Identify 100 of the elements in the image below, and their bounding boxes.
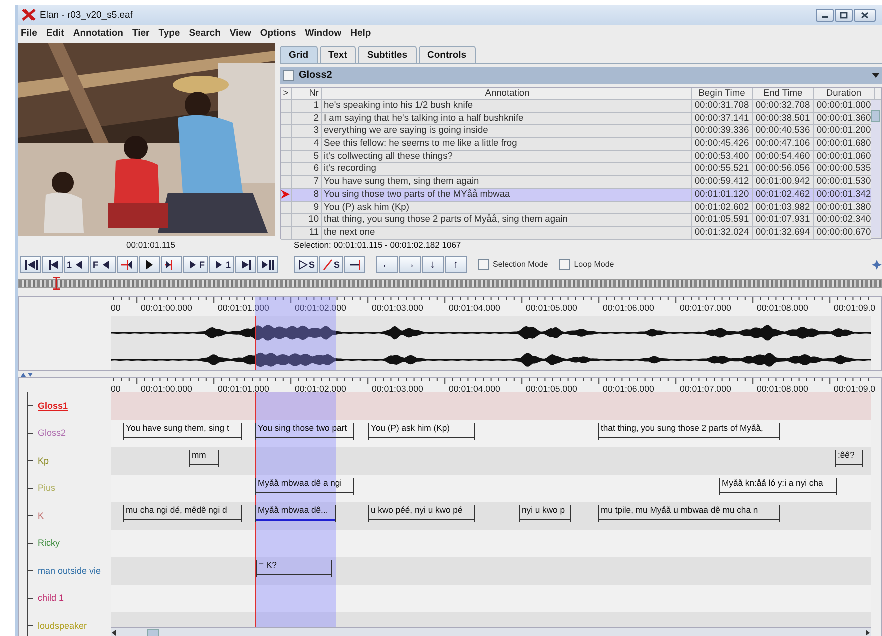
tab[interactable]: Grid (280, 46, 318, 63)
annotation[interactable]: You (P) ask him (Kp) (368, 422, 475, 440)
column-header[interactable]: > (281, 88, 292, 99)
move-handle-icon[interactable] (872, 260, 882, 270)
table-row[interactable]: 9 You (P) ask him (Kp) 00:01:02.602 00:01:03.982 00:00:01.380 (281, 202, 871, 214)
player-button[interactable] (42, 256, 63, 273)
tier-label[interactable]: Ricky (38, 538, 60, 548)
time-label: 00:01:05.000 (526, 384, 578, 394)
column-header[interactable]: Nr (292, 88, 322, 99)
player-button[interactable]: 1 (209, 256, 234, 273)
arrow-button[interactable]: → (399, 256, 422, 273)
skip-start-icon (24, 258, 38, 270)
scrollbar[interactable] (111, 627, 871, 636)
table-row[interactable]: 4 See this fellow: he seems to me like a little frog 00:00:45.426 00:00:47.106 00:00:01.680 (281, 138, 871, 151)
maximize-button[interactable] (835, 8, 853, 22)
table-row[interactable]: 10 that thing, you sung those 2 parts of Myåå, sing them again 00:01:05.591 00:01:07.931 00:00:02.340 (281, 214, 871, 227)
tab[interactable]: Controls (418, 46, 476, 63)
player-button[interactable] (20, 256, 41, 273)
table-row[interactable]: 7 You have sung them, sing them again 00:00:59.412 00:01:00.942 00:00:01.530 (281, 176, 871, 189)
tier-label[interactable]: man outside vie (38, 566, 102, 576)
tab[interactable]: Subtitles (358, 46, 416, 63)
annotation[interactable]: nyi u kwo p (519, 505, 571, 522)
annotation[interactable]: You sing those two part (255, 422, 354, 440)
table-cell: 8 (292, 188, 322, 200)
selection-button[interactable]: S (294, 256, 318, 273)
selection-button[interactable] (344, 256, 366, 273)
annotation[interactable]: Myåå kn:åå ló y:i a nyi cha (719, 478, 837, 494)
player-button[interactable] (116, 256, 138, 273)
annotation[interactable]: that thing, you sung those 2 parts of Myåå, (598, 422, 780, 440)
annotation[interactable]: u kwo péé, nyi u kwo pé (368, 505, 475, 522)
table-row[interactable]: 11 the next one 00:01:32.024 00:01:32.694 00:00:00.670 (281, 226, 871, 240)
table-row[interactable]: 1 he's speaking into his 1/2 bush knife 00:00:31.708 00:00:32.708 00:00:01.000 (281, 100, 871, 113)
checkbox[interactable] (283, 70, 294, 81)
menu-item[interactable]: File (21, 28, 38, 38)
column-header[interactable]: Begin Time (692, 88, 753, 99)
menu-item[interactable]: Help (350, 28, 372, 38)
player-button[interactable] (160, 256, 182, 273)
scrollbar[interactable] (871, 100, 880, 237)
table-cell: 9 (292, 202, 322, 214)
play-icon (297, 258, 309, 270)
selection-button[interactable]: S (319, 256, 344, 273)
time-label: 00:01:06.000 (603, 303, 654, 313)
checkbox-label: Loop Mode (574, 260, 614, 269)
column-header[interactable]: Duration (814, 88, 875, 99)
menu-item[interactable]: View (230, 28, 252, 38)
arrow-button[interactable]: ← (376, 256, 398, 273)
table-row[interactable]: 6 it's recording 00:00:55.521 00:00:56.056 00:00:00.535 (281, 163, 871, 176)
tab[interactable]: Text (320, 46, 356, 63)
annotation[interactable]: You have sung them, sing t (123, 422, 242, 440)
menu-item[interactable]: Tier (132, 28, 150, 38)
player-button[interactable] (138, 256, 160, 273)
table-row[interactable]: 2 I am saying that he's talking into a half bushknife 00:00:37.141 00:00:38.501 00:00:01.360 (281, 112, 871, 126)
menu-item[interactable]: Window (305, 28, 342, 38)
scroll-thumb[interactable] (147, 628, 159, 636)
annotation[interactable]: Myåå mbwaa dê a ngi (255, 478, 354, 494)
table-cell: 00:00:40.536 (753, 125, 814, 138)
player-button[interactable]: F (182, 256, 208, 273)
menu-item[interactable]: Annotation (73, 28, 124, 38)
table-cell: 00:01:05.591 (692, 214, 753, 226)
menu-item[interactable]: Edit (46, 28, 64, 38)
table-cell: 10 (292, 214, 322, 226)
player-button[interactable]: F (90, 256, 116, 273)
close-button[interactable] (854, 8, 876, 22)
minimize-button[interactable] (816, 8, 834, 22)
menu-item[interactable]: Search (189, 28, 221, 38)
player-button[interactable] (235, 256, 256, 273)
annotation[interactable]: mm (189, 450, 219, 467)
scroll-right-icon[interactable] (865, 630, 871, 636)
menu-item[interactable]: Type (158, 28, 180, 38)
tier-label[interactable]: Gloss1 (38, 400, 68, 411)
scroll-left-icon[interactable] (111, 630, 117, 636)
checkbox[interactable] (559, 259, 570, 270)
time-label: 00:01:05.000 (526, 303, 578, 313)
menu-item[interactable]: Options (260, 28, 296, 38)
arrow-button[interactable]: ↑ (445, 256, 468, 273)
scroll-thumb[interactable] (871, 110, 880, 122)
player-button[interactable]: 1 (64, 256, 90, 273)
table-cell: the next one (322, 226, 692, 239)
annotation[interactable]: mu tpile, mu Myåå u mbwaa dê mu cha n (598, 505, 780, 522)
column-header[interactable]: End Time (753, 88, 814, 99)
annotation[interactable]: = K? (256, 560, 332, 577)
boundary-back-icon (120, 258, 134, 270)
table-row[interactable]: 8 You sing those two parts of the MYåå mbwaa 00:01:01.120 00:01:02.462 00:00:01.342 (281, 188, 871, 202)
annotation[interactable]: Myåå mbwaa dê... (255, 505, 336, 522)
checkbox[interactable] (478, 259, 490, 270)
table-cell: 00:00:38.501 (753, 112, 814, 124)
table-cell: 7 (292, 176, 322, 188)
column-header[interactable]: Annotation (322, 88, 692, 99)
collapse-arrows-icon[interactable] (20, 372, 34, 377)
timeline-overview[interactable] (18, 279, 882, 288)
table-row[interactable]: 3 everything we are saying is going inside 00:00:39.336 00:00:40.536 00:00:01.200 (281, 125, 871, 138)
player-button[interactable] (257, 256, 278, 273)
tier-label[interactable]: child 1 (38, 593, 64, 604)
dropdown-arrow-icon[interactable] (872, 73, 880, 78)
table-cell: 00:00:59.412 (692, 176, 753, 188)
table-cell: 1 (292, 100, 322, 112)
annotation[interactable]: mu cha ngi dé, mêdê ngi d (123, 505, 242, 522)
arrow-button[interactable]: ↓ (422, 256, 444, 273)
annotation[interactable]: :êê? (835, 450, 863, 467)
table-row[interactable]: 5 it's collwecting all these things? 00:00:53.400 00:00:54.460 00:00:01.060 (281, 150, 871, 164)
